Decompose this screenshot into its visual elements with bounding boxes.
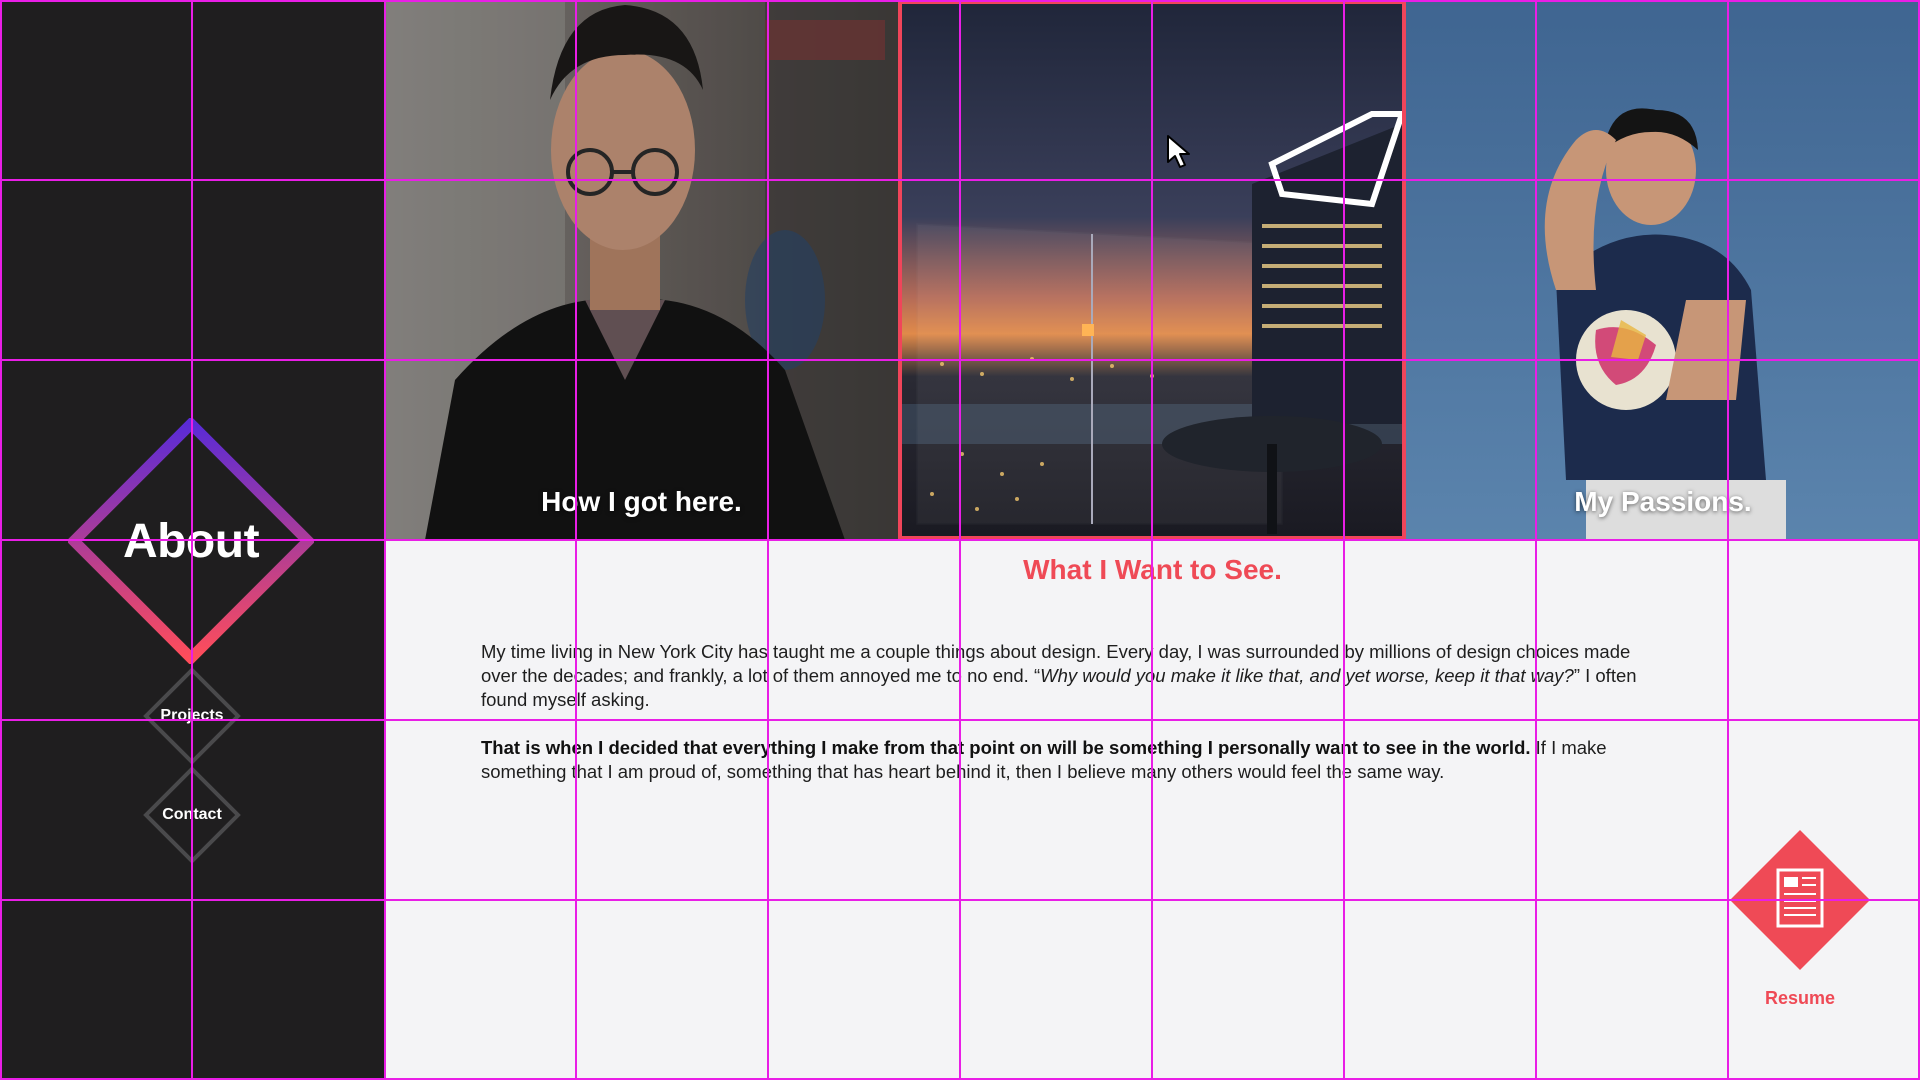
nav-about[interactable]: About [68, 418, 314, 664]
tile-right-caption: My Passions. [1574, 486, 1752, 517]
content-body: My time living in New York City has taug… [481, 640, 1661, 808]
page: About Projects Contact How I got here. M… [0, 0, 1920, 1080]
tile-what-i-want-to-see[interactable] [898, 0, 1406, 540]
tile-my-passions[interactable]: My Passions. [1406, 0, 1920, 540]
p1-quote: Why would you make it like that, and yet… [1040, 665, 1574, 686]
city-skyline-photo [902, 4, 1402, 536]
resume-button[interactable]: Resume [1730, 830, 1870, 1010]
tile-left-caption: How I got here. [541, 486, 742, 517]
nav-contact[interactable]: Contact [142, 765, 242, 865]
resume-label: Resume [1764, 988, 1836, 1008]
tile-how-i-got-here[interactable]: How I got here. [385, 0, 898, 540]
portrait-photo [385, 0, 898, 540]
document-icon [1730, 830, 1870, 970]
nav-projects[interactable]: Projects [142, 666, 242, 766]
content-panel: What I Want to See. My time living in Ne… [385, 540, 1920, 1080]
nav-about-label: About [122, 514, 260, 568]
section-title: What I Want to See. [1023, 554, 1282, 585]
paragraph-1: My time living in New York City has taug… [481, 640, 1661, 712]
soccer-photo [1406, 0, 1920, 540]
nav-projects-label: Projects [160, 707, 224, 724]
nav-contact-label: Contact [162, 806, 222, 823]
p2-bold: That is when I decided that everything I… [481, 737, 1531, 758]
paragraph-2: That is when I decided that everything I… [481, 736, 1661, 784]
sidebar: About Projects Contact [0, 0, 385, 1080]
mouse-pointer-icon [1167, 135, 1190, 168]
